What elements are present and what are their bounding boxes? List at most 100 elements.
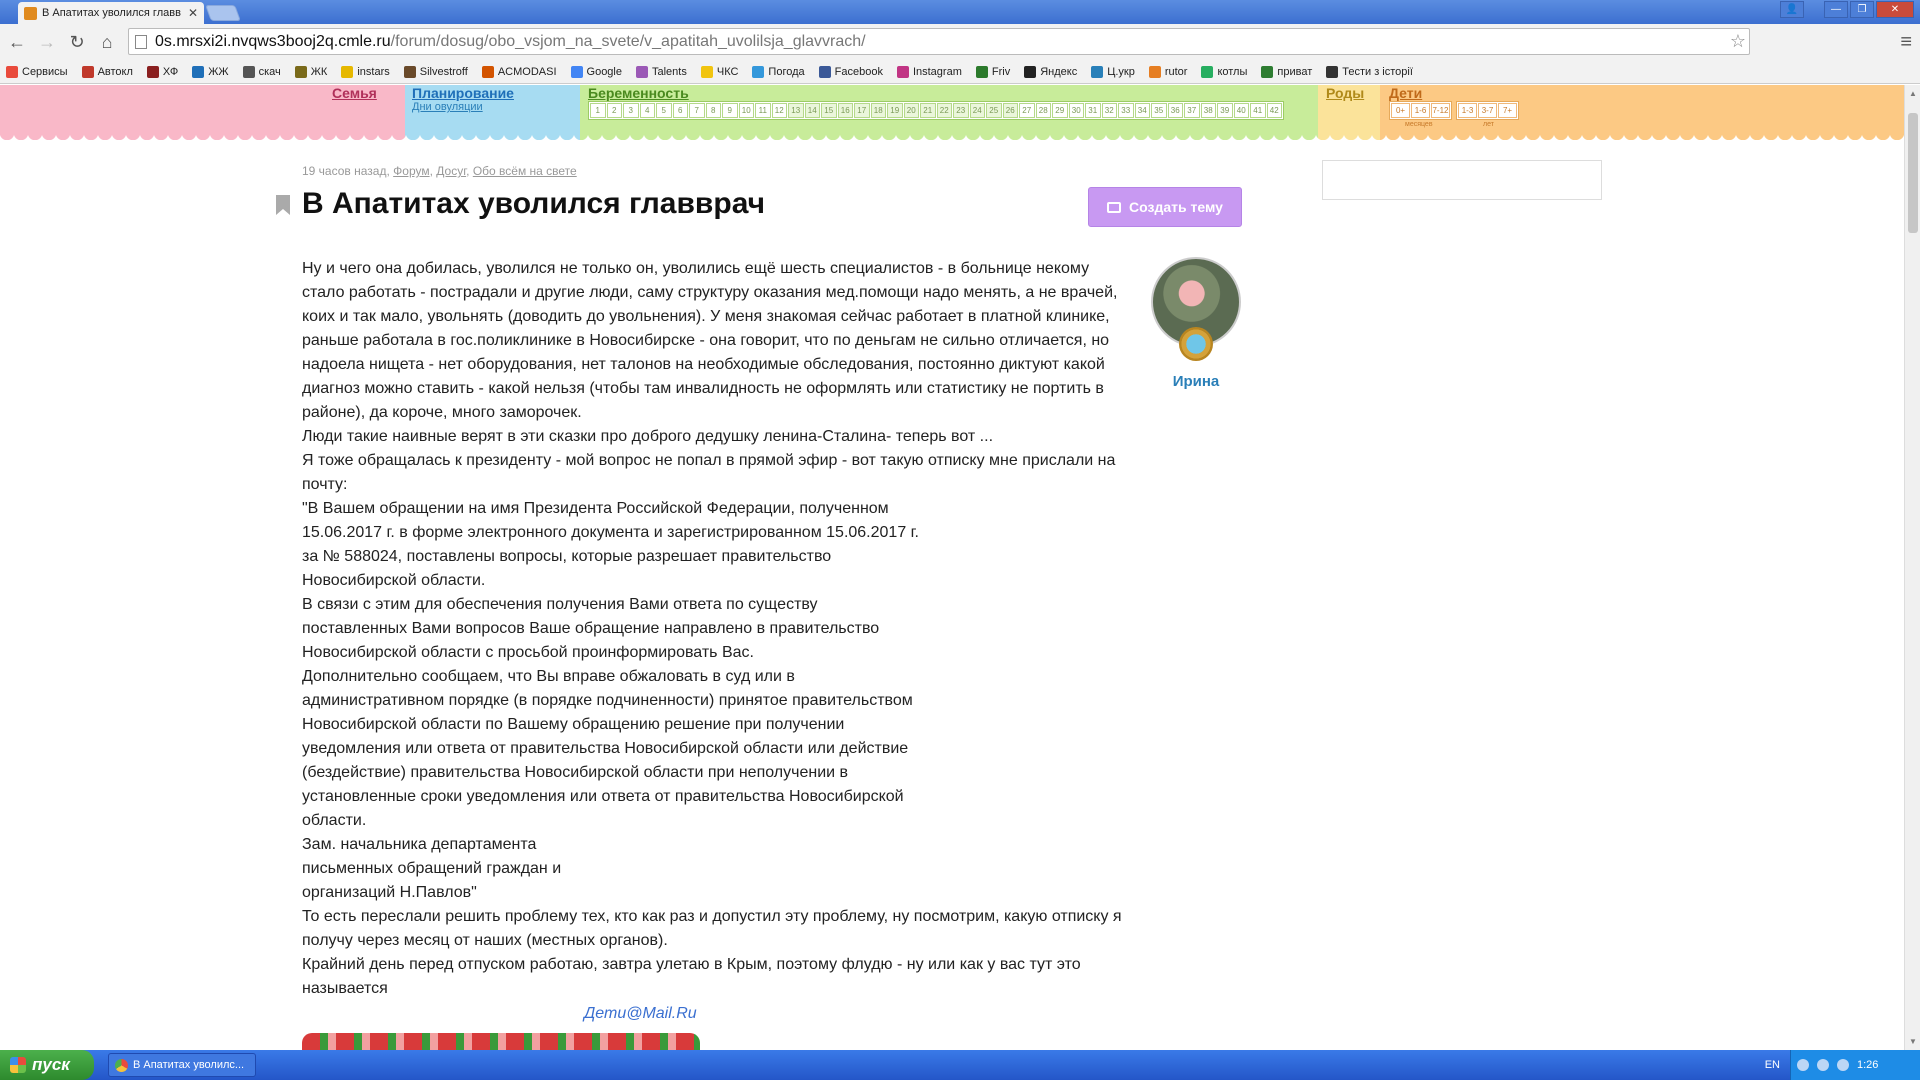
pregnancy-week-cell[interactable]: 31: [1085, 103, 1101, 118]
pregnancy-week-cell[interactable]: 5: [656, 103, 672, 118]
pregnancy-week-cell[interactable]: 10: [738, 103, 754, 118]
pregnancy-week-cell[interactable]: 18: [870, 103, 886, 118]
bookmark-item[interactable]: Google: [570, 65, 622, 78]
create-topic-button[interactable]: Создать тему: [1088, 187, 1242, 227]
bookmark-item[interactable]: ЧКС: [700, 65, 738, 78]
pregnancy-week-cell[interactable]: 3: [623, 103, 639, 118]
pregnancy-week-cell[interactable]: 39: [1217, 103, 1233, 118]
pregnancy-week-cell[interactable]: 16: [837, 103, 853, 118]
scroll-up-icon[interactable]: ▲: [1909, 89, 1917, 98]
kids-age-cell[interactable]: 1-6: [1411, 103, 1430, 118]
pregnancy-week-cell[interactable]: 4: [639, 103, 655, 118]
bookmark-item[interactable]: Facebook: [818, 65, 883, 78]
bookmark-item[interactable]: скач: [242, 65, 281, 78]
kids-age-cell[interactable]: 0+: [1391, 103, 1410, 118]
pregnancy-week-cell[interactable]: 27: [1019, 103, 1035, 118]
bookmark-item[interactable]: Погода: [752, 65, 805, 78]
pregnancy-week-cell[interactable]: 7: [689, 103, 705, 118]
bookmark-item[interactable]: ХФ: [146, 65, 178, 78]
bookmark-item[interactable]: Ц.укр: [1091, 65, 1135, 78]
pregnancy-week-cell[interactable]: 29: [1052, 103, 1068, 118]
tray-volume-icon[interactable]: [1817, 1059, 1829, 1071]
author-name[interactable]: Ирина: [1151, 373, 1241, 390]
pregnancy-week-cell[interactable]: 19: [887, 103, 903, 118]
pregnancy-week-cell[interactable]: 28: [1035, 103, 1051, 118]
bookmark-item[interactable]: Silvestroff: [403, 65, 468, 78]
restore-button[interactable]: ❐: [1850, 1, 1874, 18]
back-arrow-icon[interactable]: ←: [4, 29, 30, 55]
bookmark-item[interactable]: Автокл: [81, 65, 133, 78]
breadcrumb-section[interactable]: Обо всём на свете: [473, 164, 577, 178]
bookmark-item[interactable]: Talents: [636, 65, 687, 78]
bookmark-item[interactable]: instars: [341, 65, 390, 78]
pregnancy-week-cell[interactable]: 35: [1151, 103, 1167, 118]
new-tab-button[interactable]: [205, 5, 241, 21]
bookmark-item[interactable]: приват: [1261, 65, 1312, 78]
bookmark-item[interactable]: rutor: [1148, 65, 1187, 78]
pregnancy-week-cell[interactable]: 41: [1250, 103, 1266, 118]
pregnancy-week-cell[interactable]: 37: [1184, 103, 1200, 118]
pregnancy-week-cell[interactable]: 11: [755, 103, 771, 118]
close-window-button[interactable]: ✕: [1876, 1, 1914, 18]
bookmark-item[interactable]: Тести з історії: [1326, 65, 1413, 78]
pregnancy-week-cell[interactable]: 23: [953, 103, 969, 118]
pregnancy-week-cell[interactable]: 13: [788, 103, 804, 118]
kids-age-cell[interactable]: 7+: [1498, 103, 1517, 118]
bookmark-item[interactable]: ACMODASI: [481, 65, 557, 78]
pregnancy-week-cell[interactable]: 14: [804, 103, 820, 118]
user-profile-icon[interactable]: 👤: [1780, 1, 1804, 18]
site-banner[interactable]: Дети@Mail.Ru: [302, 1005, 702, 1050]
pregnancy-week-cell[interactable]: 22: [936, 103, 952, 118]
browser-tab[interactable]: В Апатитах уволился главв ✕: [18, 2, 204, 24]
chrome-menu-icon[interactable]: ≡: [1900, 31, 1912, 54]
start-button[interactable]: пуск: [0, 1050, 94, 1080]
nav-link-family[interactable]: Семья: [332, 85, 377, 101]
bookmark-star-icon[interactable]: ☆: [1730, 31, 1746, 52]
bookmark-item[interactable]: Сервисы: [6, 65, 68, 78]
pregnancy-week-cell[interactable]: 32: [1101, 103, 1117, 118]
kids-age-cell[interactable]: 3-7: [1478, 103, 1497, 118]
pregnancy-week-cell[interactable]: 1: [590, 103, 606, 118]
pregnancy-week-cell[interactable]: 9: [722, 103, 738, 118]
address-bar[interactable]: 0s.mrsxi2i.nvqws3booj2q.cmle.ru/forum/do…: [128, 28, 1750, 55]
pregnancy-week-cell[interactable]: 2: [606, 103, 622, 118]
pregnancy-week-cell[interactable]: 17: [854, 103, 870, 118]
pregnancy-week-cell[interactable]: 26: [1002, 103, 1018, 118]
nav-link-birth[interactable]: Роды: [1326, 85, 1364, 101]
bookmark-item[interactable]: Friv: [975, 65, 1010, 78]
bookmark-item[interactable]: ЖК: [294, 65, 327, 78]
pregnancy-week-cell[interactable]: 25: [986, 103, 1002, 118]
breadcrumb-dosug[interactable]: Досуг: [436, 164, 466, 178]
bookmark-item[interactable]: котлы: [1201, 65, 1247, 78]
nav-link-planning[interactable]: Планирование: [412, 85, 514, 101]
tray-network-icon[interactable]: [1797, 1059, 1809, 1071]
pregnancy-week-cell[interactable]: 12: [771, 103, 787, 118]
home-icon[interactable]: ⌂: [94, 29, 120, 55]
pregnancy-week-cell[interactable]: 34: [1134, 103, 1150, 118]
tab-close-icon[interactable]: ✕: [188, 6, 198, 20]
minimize-button[interactable]: —: [1824, 1, 1848, 18]
kids-age-cell[interactable]: 7-12: [1431, 103, 1450, 118]
pregnancy-week-cell[interactable]: 42: [1266, 103, 1282, 118]
scroll-down-icon[interactable]: ▼: [1909, 1037, 1917, 1046]
bookmark-icon[interactable]: [276, 195, 290, 215]
pregnancy-week-cell[interactable]: 20: [903, 103, 919, 118]
page-scrollbar[interactable]: ▲ ▼: [1904, 85, 1920, 1050]
pregnancy-week-cell[interactable]: 33: [1118, 103, 1134, 118]
pregnancy-week-cell[interactable]: 24: [969, 103, 985, 118]
reload-icon[interactable]: ↻: [64, 29, 90, 55]
bookmark-item[interactable]: Яндекс: [1024, 65, 1077, 78]
pregnancy-week-cell[interactable]: 30: [1068, 103, 1084, 118]
language-indicator[interactable]: EN: [1765, 1059, 1780, 1071]
pregnancy-week-cell[interactable]: 38: [1200, 103, 1216, 118]
pregnancy-week-cell[interactable]: 40: [1233, 103, 1249, 118]
nav-link-pregnancy[interactable]: Беременность: [588, 85, 689, 101]
tray-display-icon[interactable]: [1837, 1059, 1849, 1071]
forward-arrow-icon[interactable]: →: [34, 29, 60, 55]
nav-link-ovulation[interactable]: Дни овуляции: [412, 101, 483, 113]
scrollbar-thumb[interactable]: [1908, 113, 1918, 233]
pregnancy-week-cell[interactable]: 15: [821, 103, 837, 118]
breadcrumb-forum[interactable]: Форум: [393, 164, 429, 178]
kids-age-cell[interactable]: 1-3: [1458, 103, 1477, 118]
pregnancy-week-cell[interactable]: 21: [920, 103, 936, 118]
